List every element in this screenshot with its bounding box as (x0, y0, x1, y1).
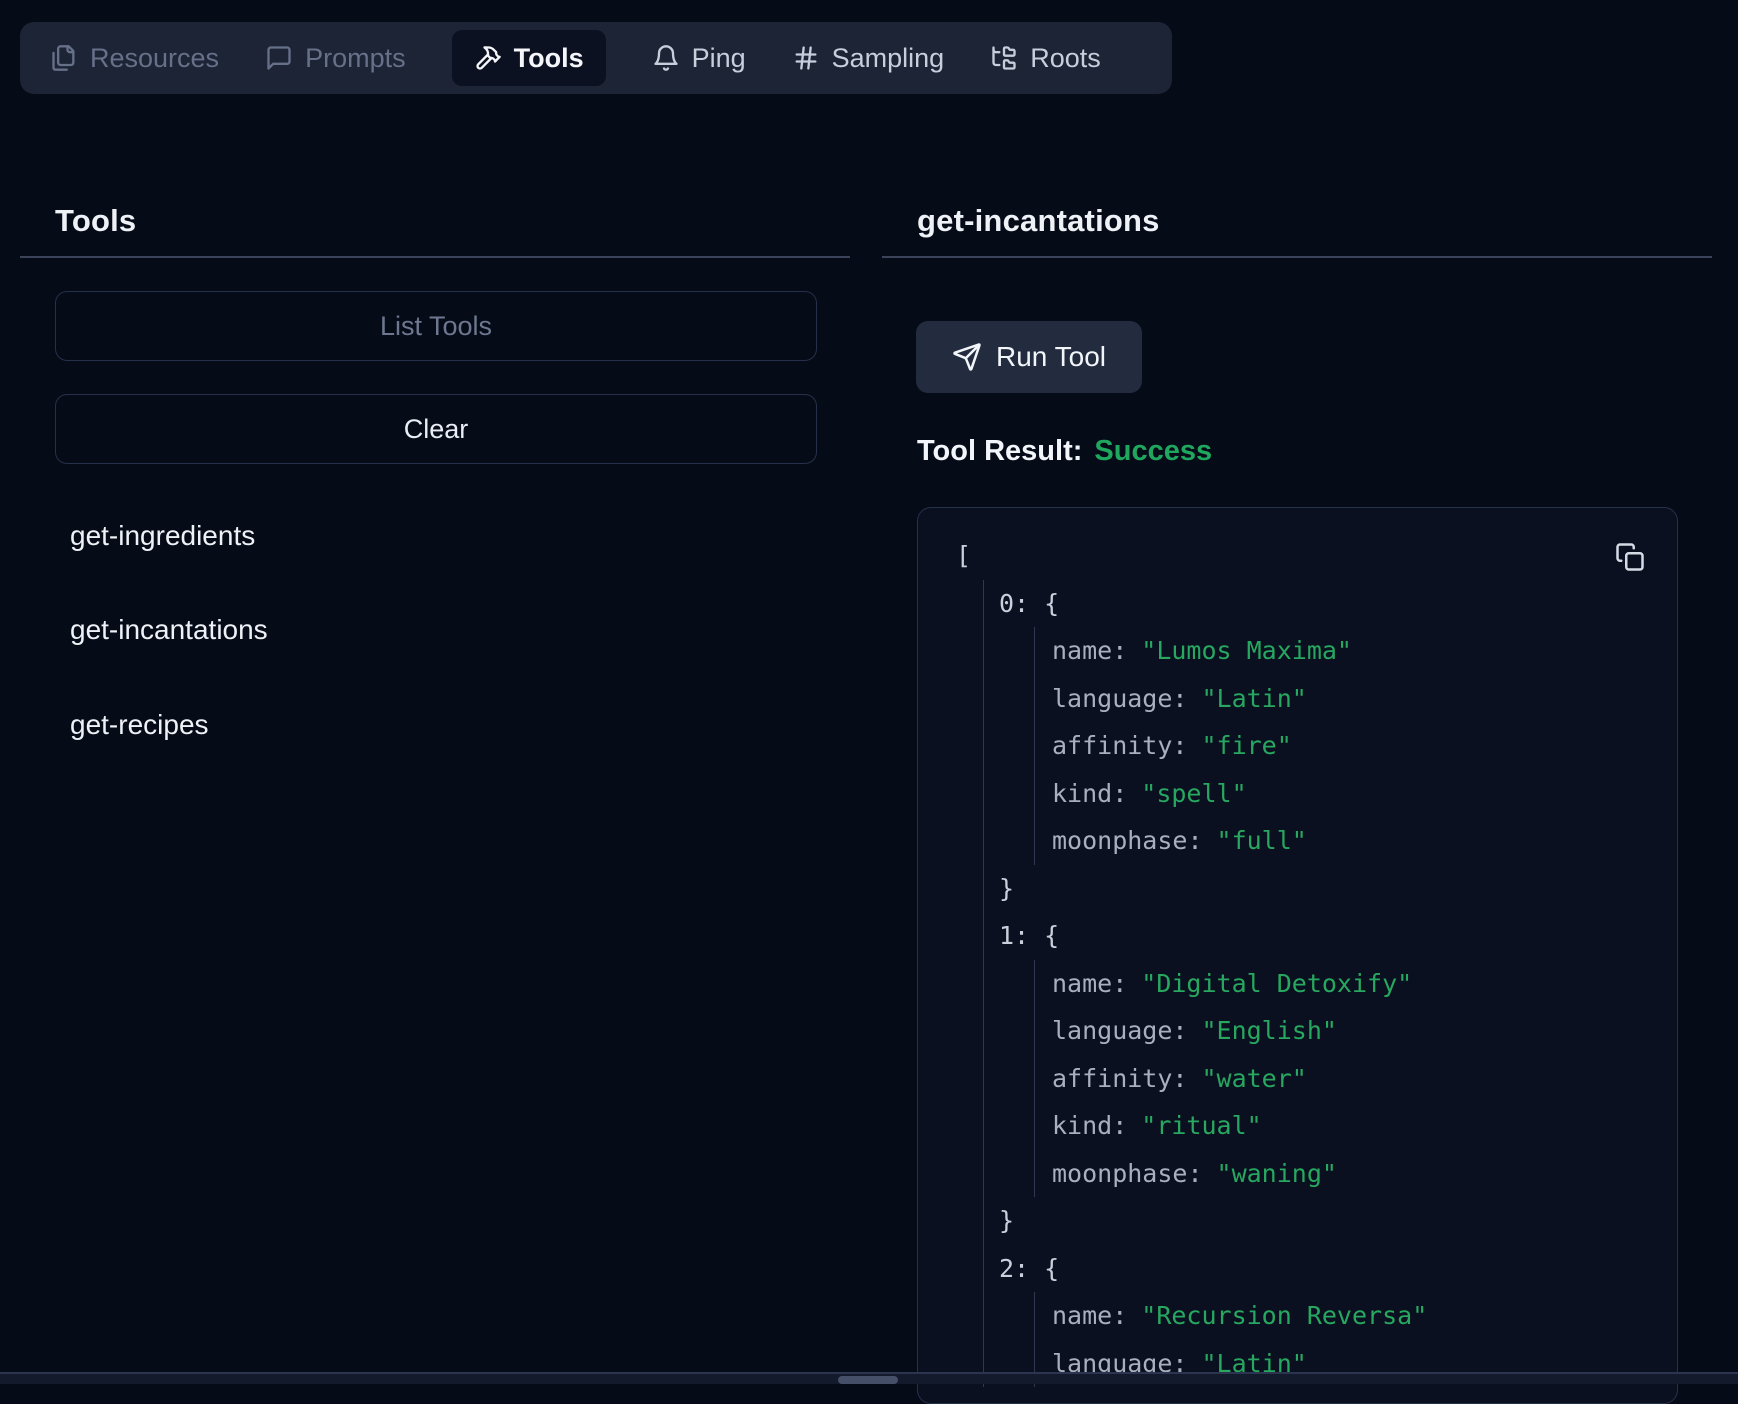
tool-list-item-get-incantations[interactable]: get-incantations (70, 610, 268, 650)
json-close-brace: } (999, 1197, 1677, 1245)
hammer-icon (474, 44, 502, 72)
json-value: "waning" (1217, 1159, 1337, 1188)
json-key: name: (1052, 969, 1127, 998)
selected-tool-title: get-incantations (917, 203, 1160, 239)
json-line: moonphase: "waning" (1052, 1150, 1677, 1198)
run-tool-label: Run Tool (996, 341, 1106, 373)
json-result-viewer: [ 0: { name: "Lumos Maxima" language: "Lat… (917, 507, 1678, 1404)
json-item-1-toggle[interactable]: 1: { (999, 912, 1677, 960)
json-value: "water" (1201, 1064, 1306, 1093)
json-open-bracket[interactable]: [ (956, 532, 1677, 580)
top-navbar: Resources Prompts Tools Ping Sampling Ro… (20, 22, 1172, 94)
json-key: name: (1052, 636, 1127, 665)
json-value: "English" (1201, 1016, 1336, 1045)
tool-result-line: Tool Result: Success (917, 435, 1212, 468)
json-line: language: "Latin" (1052, 675, 1677, 723)
folder-tree-icon (990, 44, 1018, 72)
json-key: affinity: (1052, 1064, 1187, 1093)
json-value: "spell" (1141, 779, 1246, 808)
tab-prompts[interactable]: Prompts (265, 43, 406, 74)
json-key: affinity: (1052, 731, 1187, 760)
json-value: "Recursion Reversa" (1141, 1301, 1427, 1330)
hash-icon (792, 44, 820, 72)
tab-sampling[interactable]: Sampling (792, 43, 945, 74)
json-value: "fire" (1201, 731, 1291, 760)
json-value: "ritual" (1141, 1111, 1261, 1140)
list-tools-button[interactable]: List Tools (55, 291, 817, 361)
tool-list-item-get-ingredients[interactable]: get-ingredients (70, 516, 255, 556)
tab-label: Roots (1030, 43, 1101, 74)
tab-tools[interactable]: Tools (452, 30, 606, 86)
message-square-icon (265, 44, 293, 72)
left-panel-divider (20, 256, 850, 258)
tab-label: Prompts (305, 43, 406, 74)
right-panel-divider (882, 256, 1712, 258)
json-value: "Lumos Maxima" (1141, 636, 1352, 665)
json-item-2-toggle[interactable]: 2: { (999, 1245, 1677, 1293)
json-key: name: (1052, 1301, 1127, 1330)
json-key: language: (1052, 1016, 1187, 1045)
json-line: name: "Digital Detoxify" (1052, 960, 1677, 1008)
tool-result-label: Tool Result: (917, 435, 1082, 467)
json-value: "Latin" (1201, 684, 1306, 713)
tools-panel-title: Tools (55, 203, 136, 239)
json-value: "Digital Detoxify" (1141, 969, 1412, 998)
json-key: moonphase: (1052, 826, 1203, 855)
run-tool-button[interactable]: Run Tool (916, 321, 1142, 393)
json-key: moonphase: (1052, 1159, 1203, 1188)
clear-button[interactable]: Clear (55, 394, 817, 464)
tool-list-item-get-recipes[interactable]: get-recipes (70, 705, 209, 745)
json-line: name: "Recursion Reversa" (1052, 1292, 1677, 1340)
tab-label: Sampling (832, 43, 945, 74)
copy-icon[interactable] (1615, 542, 1645, 572)
tab-label: Resources (90, 43, 219, 74)
tab-resources[interactable]: Resources (50, 43, 219, 74)
json-line: language: "English" (1052, 1007, 1677, 1055)
tab-label: Tools (514, 43, 584, 74)
json-line: moonphase: "full" (1052, 817, 1677, 865)
tab-label: Ping (692, 43, 746, 74)
json-key: language: (1052, 684, 1187, 713)
json-line: affinity: "water" (1052, 1055, 1677, 1103)
files-icon (50, 44, 78, 72)
json-close-brace: } (999, 865, 1677, 913)
status-badge: Success (1094, 435, 1212, 467)
send-icon (952, 342, 982, 372)
tab-ping[interactable]: Ping (652, 43, 746, 74)
json-tree: [ 0: { name: "Lumos Maxima" language: "Lat… (918, 508, 1677, 1387)
json-line: affinity: "fire" (1052, 722, 1677, 770)
horizontal-scrollbar[interactable] (0, 1372, 1738, 1384)
json-line: kind: "ritual" (1052, 1102, 1677, 1150)
tab-roots[interactable]: Roots (990, 43, 1101, 74)
horizontal-scrollbar-thumb[interactable] (838, 1376, 898, 1384)
json-item-0-toggle[interactable]: 0: { (999, 580, 1677, 628)
json-key: kind: (1052, 779, 1127, 808)
bell-icon (652, 44, 680, 72)
json-line: name: "Lumos Maxima" (1052, 627, 1677, 675)
json-key: kind: (1052, 1111, 1127, 1140)
json-line: kind: "spell" (1052, 770, 1677, 818)
json-value: "full" (1217, 826, 1307, 855)
